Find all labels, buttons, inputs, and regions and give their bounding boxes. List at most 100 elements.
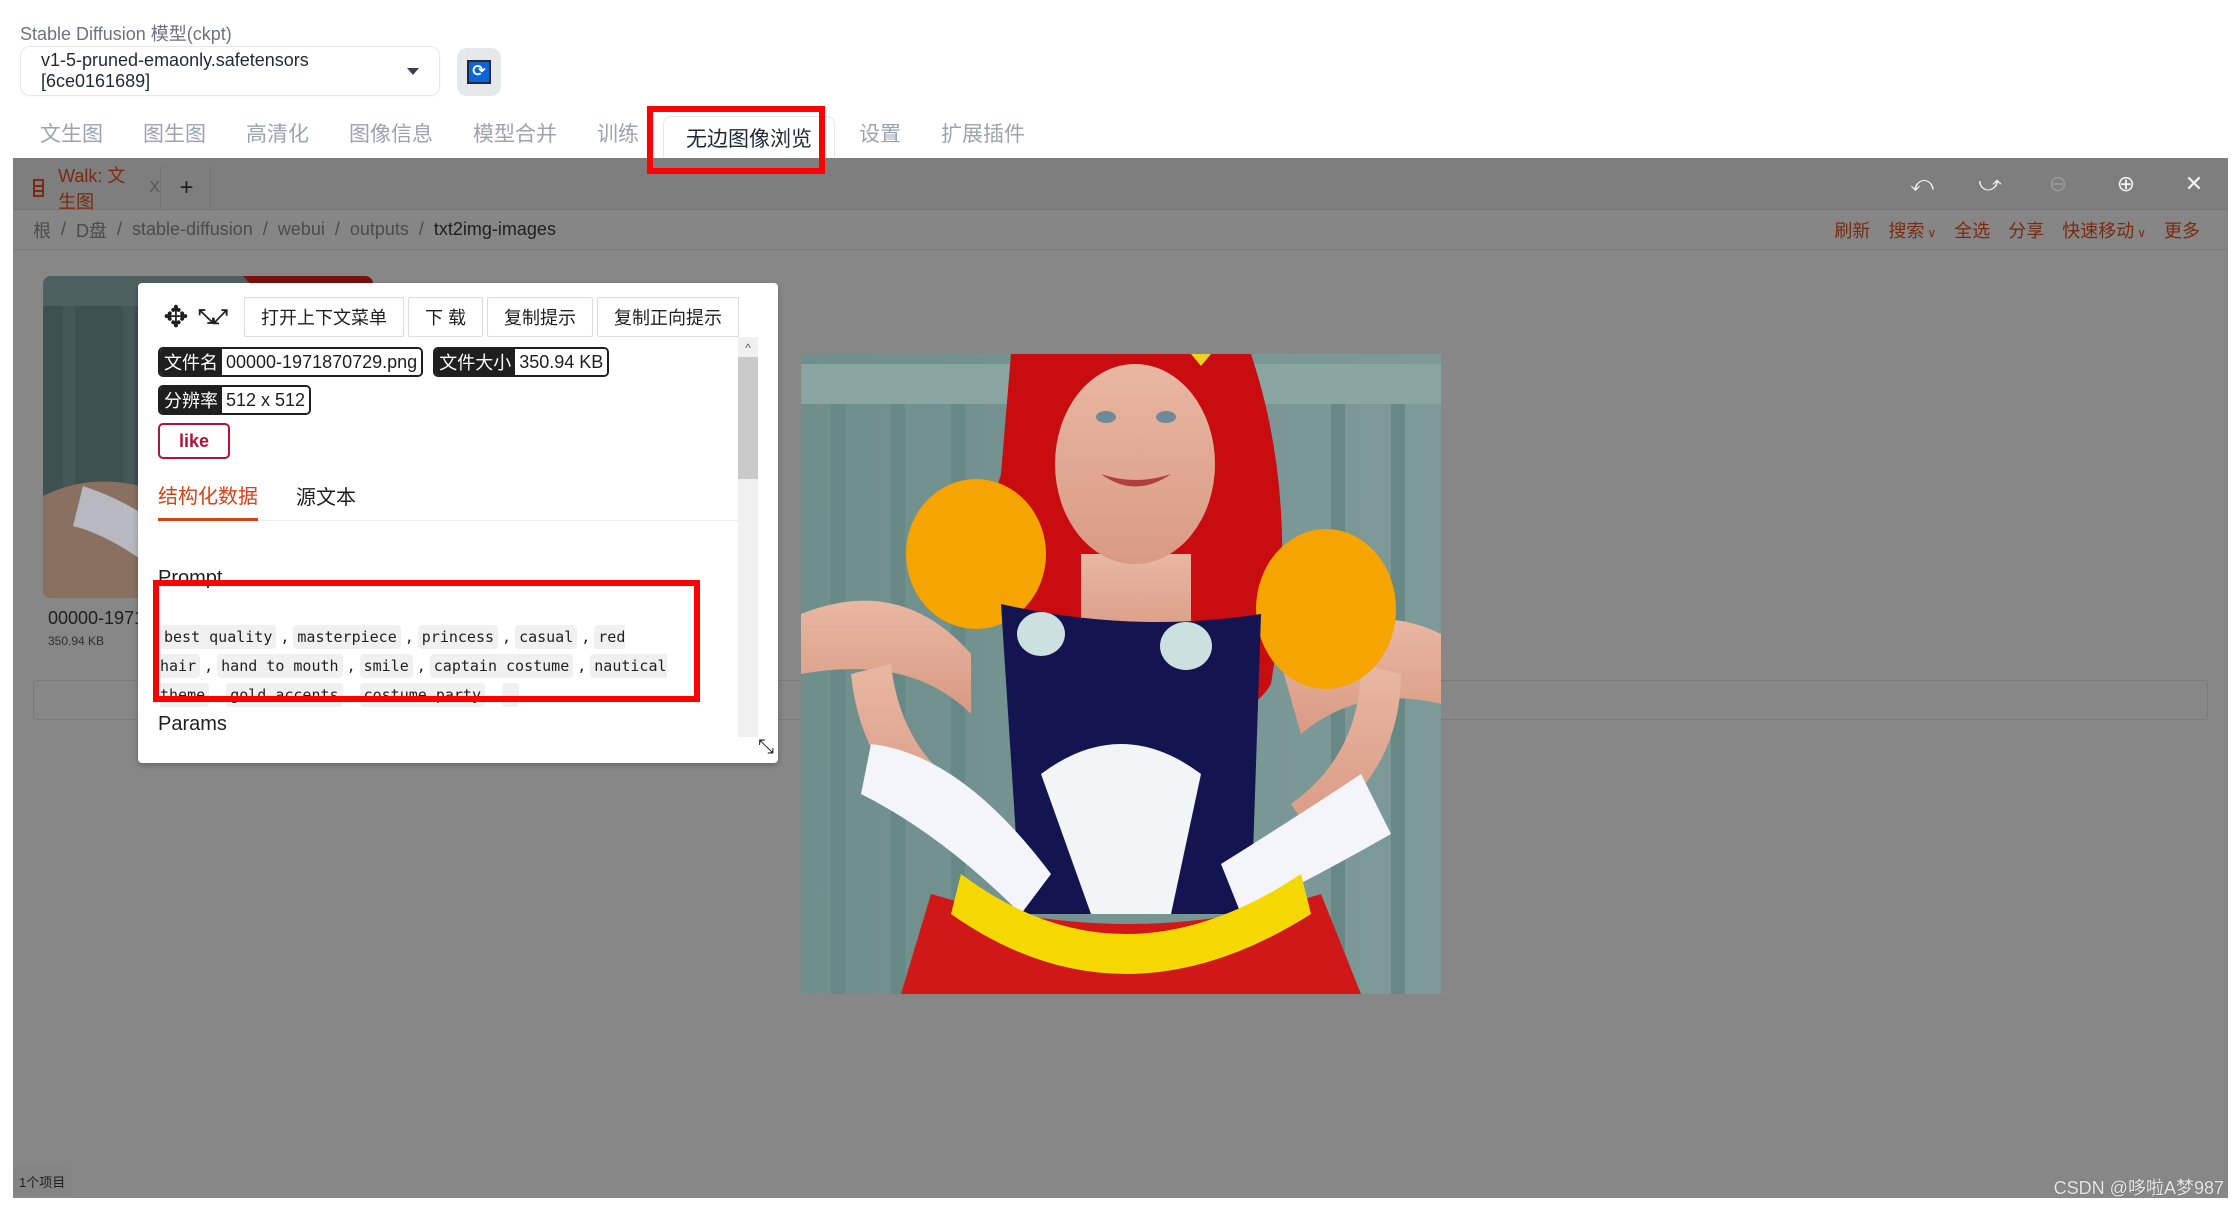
- token-separator: ,: [346, 657, 356, 675]
- token-separator: ,: [489, 686, 499, 704]
- chevron-down-icon: ∨: [2137, 226, 2146, 240]
- workspace-tab-label: Walk: 文生图: [58, 166, 126, 212]
- prompt-token[interactable]: masterpiece: [293, 625, 401, 649]
- prompt-token[interactable]: captain costume: [429, 654, 574, 678]
- prompt-heading: Prompt: [158, 567, 223, 589]
- breadcrumb-item[interactable]: outputs: [350, 219, 409, 240]
- token-separator: ,: [404, 628, 414, 646]
- folder-actions: 刷新 搜索 ∨ 全选 分享 快速移动 ∨ 更多: [1834, 210, 2200, 250]
- scroll-thumb[interactable]: [738, 357, 758, 479]
- select-all-action[interactable]: 全选: [1954, 217, 1990, 243]
- copy-positive-prompt-button[interactable]: 复制正向提示: [597, 297, 740, 337]
- search-action[interactable]: 搜索 ∨: [1888, 217, 1936, 243]
- collapse-icon[interactable]: ⤡⤢: [192, 306, 232, 329]
- token-separator: ,: [416, 657, 426, 675]
- tab-extensions[interactable]: 扩展插件: [921, 116, 1045, 158]
- more-action[interactable]: 更多: [2164, 217, 2200, 243]
- prompt-token[interactable]: best quality: [160, 625, 277, 649]
- scroll-up-icon[interactable]: ^: [738, 337, 758, 357]
- tab-txt2img[interactable]: 文生图: [20, 116, 123, 158]
- zoom-in-icon[interactable]: ⊕: [2092, 171, 2160, 197]
- main-tabs: 文生图 图生图 高清化 图像信息 模型合并 训练 无边图像浏览 设置 扩展插件: [20, 116, 1045, 158]
- token-separator: ,: [346, 686, 356, 704]
- refresh-action[interactable]: 刷新: [1834, 217, 1870, 243]
- share-action[interactable]: 分享: [2008, 217, 2044, 243]
- like-button[interactable]: like: [158, 423, 230, 459]
- prompt-token[interactable]: princess: [417, 625, 499, 649]
- tab-img2img[interactable]: 图生图: [123, 116, 226, 158]
- token-separator: ,: [502, 628, 512, 646]
- breadcrumb-item[interactable]: stable-diffusion: [132, 219, 253, 240]
- tab-upscale[interactable]: 高清化: [226, 116, 329, 158]
- chevron-down-icon: ∨: [1927, 226, 1937, 240]
- tag-value: 350.94 KB: [515, 349, 608, 375]
- tag-row: 文件名 00000-1971870729.png 文件大小 350.94 KB: [158, 347, 610, 377]
- tab-structured-data[interactable]: 结构化数据: [158, 471, 258, 521]
- token-separator: ,: [204, 657, 214, 675]
- quick-move-action[interactable]: 快速移动 ∨: [2062, 217, 2146, 243]
- tab-image-info[interactable]: 图像信息: [329, 116, 453, 158]
- item-count: 1个项目: [13, 1166, 72, 1196]
- token-separator: ,: [577, 657, 587, 675]
- tab-train[interactable]: 训练: [577, 116, 659, 158]
- tag-row: 分辨率 512 x 512: [158, 385, 312, 415]
- breadcrumb-current[interactable]: txt2img-images: [434, 219, 556, 240]
- prompt-token[interactable]: costume party: [359, 683, 485, 707]
- image-info-panel: ✥ ⤡⤢ 打开上下文菜单 下 载 复制提示 复制正向提示 文件名 00000-1…: [138, 283, 778, 763]
- download-button[interactable]: 下 载: [408, 297, 484, 337]
- tag-key: 分辨率: [160, 387, 222, 413]
- params-heading: Params: [158, 713, 227, 735]
- move-icon[interactable]: ✥: [160, 300, 192, 335]
- watermark: CSDN @哆啦A梦987: [2053, 1178, 2224, 1198]
- prompt-token[interactable]: hand to mouth: [217, 654, 343, 678]
- panel-body: 文件名 00000-1971870729.png 文件大小 350.94 KB …: [138, 341, 738, 761]
- close-viewer-icon[interactable]: ✕: [2160, 171, 2228, 197]
- add-tab-button[interactable]: +: [163, 166, 211, 210]
- preview-image[interactable]: [801, 354, 1441, 994]
- token-separator: ,: [280, 628, 290, 646]
- breadcrumb-item[interactable]: D盘: [76, 217, 107, 243]
- refresh-icon: ⟳: [467, 60, 491, 84]
- file-list-icon: [33, 179, 45, 197]
- prompt-tokens: best quality, masterpiece, princess, casual…: [160, 623, 690, 710]
- open-context-menu-button[interactable]: 打开上下文菜单: [244, 297, 404, 337]
- breadcrumb-item[interactable]: webui: [278, 219, 325, 240]
- chevron-down-icon: [407, 67, 419, 75]
- prompt-token[interactable]: gold accents: [226, 683, 343, 707]
- breadcrumb: 根 / D盘 / stable-diffusion / webui / outputs /…: [13, 210, 2228, 250]
- tag-key: 文件名: [160, 349, 222, 375]
- filename-tag: 文件名 00000-1971870729.png: [158, 347, 424, 377]
- workspace-tab-walk[interactable]: Walk: 文生图 X: [13, 166, 161, 212]
- prompt-token[interactable]: [502, 683, 520, 707]
- tab-source-text[interactable]: 源文本: [296, 471, 356, 521]
- model-dropdown[interactable]: v1-5-pruned-emaonly.safetensors [6ce0161…: [20, 46, 440, 96]
- filesize-tag: 文件大小 350.94 KB: [433, 347, 610, 377]
- model-label: Stable Diffusion 模型(ckpt): [20, 24, 232, 44]
- rotate-left-icon[interactable]: ⤺: [1888, 171, 1956, 197]
- tab-model-merge[interactable]: 模型合并: [453, 116, 577, 158]
- thumbnail-filename: 00000-1971: [48, 608, 145, 628]
- workspace-tabbar: Walk: 文生图 X + ⤺ ⤻ ⊖ ⊕ ✕: [13, 158, 2228, 212]
- token-separator: ,: [213, 686, 223, 704]
- rotate-right-icon[interactable]: ⤻: [1956, 171, 2024, 197]
- refresh-model-button[interactable]: ⟳: [457, 48, 501, 96]
- viewer-toolbar: ⤺ ⤻ ⊖ ⊕ ✕: [1888, 158, 2228, 210]
- tag-key: 文件大小: [435, 349, 516, 375]
- panel-toolbar: ✥ ⤡⤢ 打开上下文菜单 下 载 复制提示 复制正向提示: [160, 297, 740, 337]
- prompt-token[interactable]: casual: [515, 625, 578, 649]
- tab-infinite-image-browsing[interactable]: 无边图像浏览: [663, 116, 835, 158]
- info-tabs: 结构化数据 源文本: [158, 471, 738, 521]
- breadcrumb-item[interactable]: 根: [33, 217, 51, 243]
- zoom-out-icon[interactable]: ⊖: [2024, 171, 2092, 197]
- tab-settings[interactable]: 设置: [839, 116, 921, 158]
- prompt-token[interactable]: smile: [359, 654, 413, 678]
- thumbnail-filesize: 350.94 KB: [48, 634, 105, 648]
- copy-prompt-button[interactable]: 复制提示: [487, 297, 594, 337]
- model-selected-value: v1-5-pruned-emaonly.safetensors [6ce0161…: [41, 50, 309, 91]
- resize-icon[interactable]: ⤡: [758, 736, 774, 759]
- panel-scrollbar[interactable]: ^: [738, 337, 758, 737]
- tag-value: 00000-1971870729.png: [222, 349, 422, 375]
- close-tab-icon[interactable]: X: [149, 179, 160, 197]
- resolution-tag: 分辨率 512 x 512: [158, 385, 312, 415]
- tag-value: 512 x 512: [222, 387, 310, 413]
